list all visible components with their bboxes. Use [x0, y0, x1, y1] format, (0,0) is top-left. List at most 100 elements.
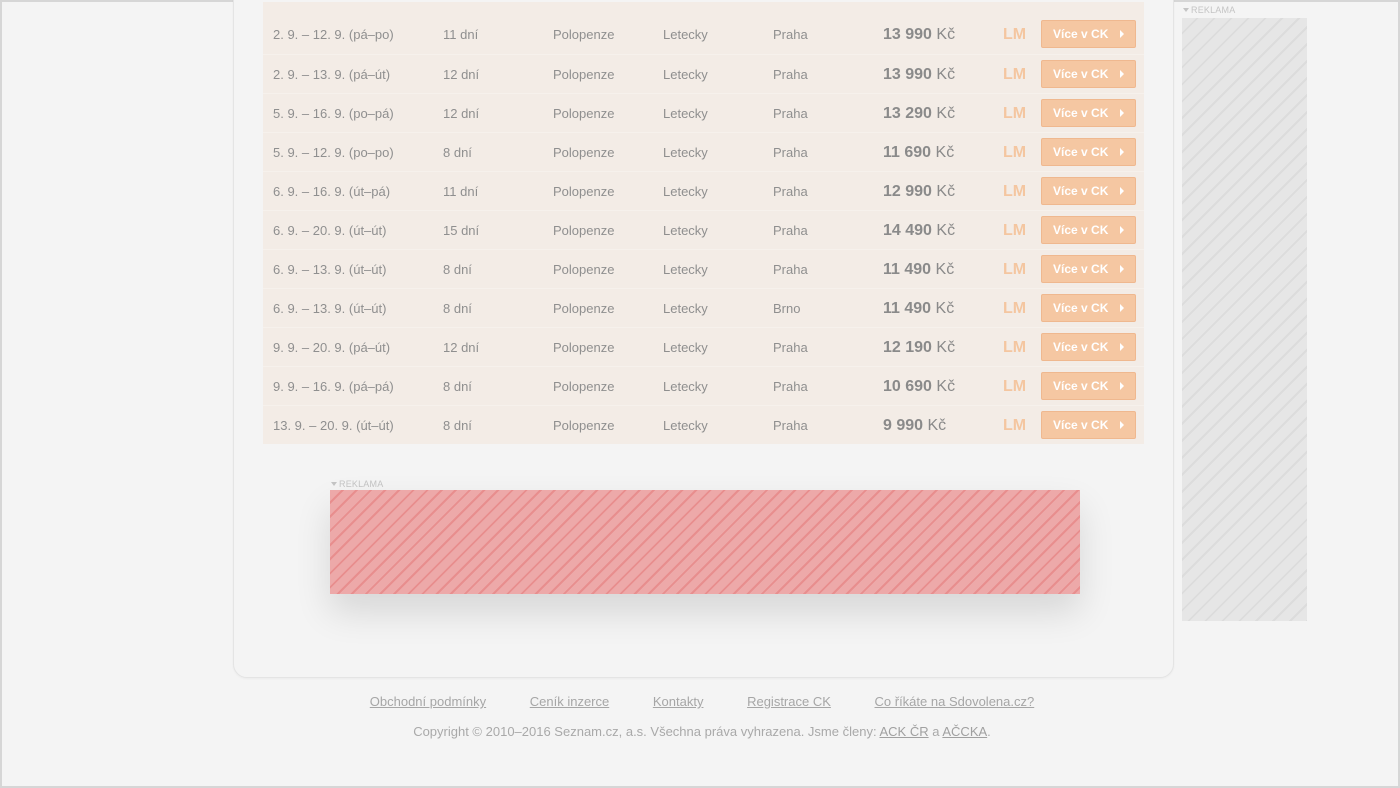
offer-length: 12 dní — [443, 106, 480, 121]
offer-transport: Letecky — [663, 145, 708, 160]
offer-price: 10 690 Kč — [883, 367, 955, 406]
footer-links: Obchodní podmínky Ceník inzerce Kontakty… — [2, 694, 1400, 709]
offers-table: 2. 9. – 12. 9. (pá–po) 11 dní Polopenze Let… — [263, 2, 1144, 444]
offer-length: 11 dní — [443, 27, 479, 42]
offer-departure: Praha — [773, 67, 808, 82]
offer-price: 11 490 Kč — [883, 250, 954, 289]
more-at-agency-label: Více v CK — [1053, 27, 1109, 41]
footer-link-contacts[interactable]: Kontakty — [653, 694, 704, 709]
more-at-agency-label: Více v CK — [1053, 418, 1109, 432]
offer-price-currency: Kč — [936, 183, 956, 200]
offer-price-currency: Kč — [936, 105, 956, 122]
more-at-agency-button[interactable]: Více v CK — [1041, 372, 1136, 400]
offer-transport: Letecky — [663, 27, 708, 42]
offer-departure: Praha — [773, 27, 808, 42]
offer-price: 14 490 Kč — [883, 211, 955, 250]
offer-row: 2. 9. – 13. 9. (pá–út) 12 dní Polopenze Let… — [263, 54, 1144, 93]
more-at-agency-button[interactable]: Více v CK — [1041, 20, 1136, 48]
offer-row: 9. 9. – 16. 9. (pá–pá) 8 dní Polopenze Lete… — [263, 366, 1144, 405]
offer-transport: Letecky — [663, 262, 708, 277]
offer-board: Polopenze — [553, 145, 615, 160]
chevron-right-icon — [1120, 265, 1124, 273]
offer-row: 2. 9. – 12. 9. (pá–po) 11 dní Polopenze Let… — [263, 15, 1144, 54]
more-at-agency-button[interactable]: Více v CK — [1041, 60, 1136, 88]
offer-transport: Letecky — [663, 106, 708, 121]
more-at-agency-label: Více v CK — [1053, 340, 1109, 354]
offer-price: 11 690 Kč — [883, 133, 954, 172]
offer-price-currency: Kč — [927, 417, 947, 434]
banner-advertisement[interactable] — [330, 490, 1080, 594]
offer-price-currency: Kč — [935, 300, 955, 317]
more-at-agency-button[interactable]: Více v CK — [1041, 411, 1136, 439]
offer-board: Polopenze — [553, 379, 615, 394]
more-at-agency-label: Více v CK — [1053, 106, 1109, 120]
offer-transport: Letecky — [663, 340, 708, 355]
offer-date: 6. 9. – 13. 9. (út–út) — [273, 301, 387, 316]
offer-departure: Praha — [773, 106, 808, 121]
offer-board: Polopenze — [553, 67, 615, 82]
offer-row: 6. 9. – 16. 9. (út–pá) 11 dní Polopenze Let… — [263, 171, 1144, 210]
ad-toggle-icon[interactable] — [1183, 8, 1189, 12]
more-at-agency-button[interactable]: Více v CK — [1041, 216, 1136, 244]
more-at-agency-label: Více v CK — [1053, 262, 1109, 276]
more-at-agency-button[interactable]: Více v CK — [1041, 255, 1136, 283]
offer-row: 6. 9. – 20. 9. (út–út) 15 dní Polopenze Let… — [263, 210, 1144, 249]
offer-price-amount: 13 290 — [883, 105, 932, 122]
last-minute-badge: LM — [1003, 378, 1027, 395]
more-at-agency-label: Více v CK — [1053, 67, 1109, 81]
more-at-agency-button[interactable]: Více v CK — [1041, 177, 1136, 205]
offer-price-currency: Kč — [936, 339, 956, 356]
offer-transport: Letecky — [663, 223, 708, 238]
offer-price-amount: 13 990 — [883, 66, 932, 83]
ad-toggle-icon[interactable] — [331, 482, 337, 486]
offer-departure: Praha — [773, 145, 808, 160]
footer-link-feedback[interactable]: Co říkáte na Sdovolena.cz? — [875, 694, 1035, 709]
offer-date: 13. 9. – 20. 9. (út–út) — [273, 418, 394, 433]
copyright-suffix: . — [987, 724, 991, 739]
last-minute-badge: LM — [1003, 144, 1027, 161]
side-ad-label: REKLAMA — [1183, 5, 1235, 15]
member-link-accka[interactable]: AČCKA — [942, 724, 987, 739]
offer-price-amount: 10 690 — [883, 378, 932, 395]
chevron-right-icon — [1120, 382, 1124, 390]
offer-price-currency: Kč — [935, 144, 955, 161]
offer-board: Polopenze — [553, 262, 615, 277]
offer-price-currency: Kč — [936, 378, 956, 395]
offer-price-amount: 12 190 — [883, 339, 932, 356]
offer-price-currency: Kč — [936, 26, 956, 43]
offer-price: 13 990 Kč — [883, 15, 955, 54]
offer-departure: Praha — [773, 262, 808, 277]
offer-departure: Praha — [773, 184, 808, 199]
more-at-agency-button[interactable]: Více v CK — [1041, 99, 1136, 127]
offer-length: 8 dní — [443, 379, 472, 394]
side-advertisement[interactable] — [1182, 18, 1307, 621]
offer-length: 8 dní — [443, 262, 472, 277]
last-minute-badge: LM — [1003, 183, 1027, 200]
chevron-right-icon — [1120, 304, 1124, 312]
offer-length: 12 dní — [443, 67, 480, 82]
offer-price: 11 490 Kč — [883, 289, 954, 328]
offer-row: 9. 9. – 20. 9. (pá–út) 12 dní Polopenze Let… — [263, 327, 1144, 366]
more-at-agency-button[interactable]: Více v CK — [1041, 294, 1136, 322]
offer-date: 9. 9. – 16. 9. (pá–pá) — [273, 379, 394, 394]
offer-price-currency: Kč — [936, 222, 956, 239]
copyright: Copyright © 2010–2016 Seznam.cz, a.s. Vš… — [2, 724, 1400, 739]
offer-price-amount: 11 490 — [883, 261, 932, 278]
member-link-ack[interactable]: ACK ČR — [879, 724, 928, 739]
footer-link-pricing[interactable]: Ceník inzerce — [530, 694, 609, 709]
offer-date: 5. 9. – 12. 9. (po–po) — [273, 145, 394, 160]
more-at-agency-label: Více v CK — [1053, 223, 1109, 237]
footer-link-terms[interactable]: Obchodní podmínky — [370, 694, 486, 709]
offer-transport: Letecky — [663, 67, 708, 82]
more-at-agency-button[interactable]: Více v CK — [1041, 333, 1136, 361]
last-minute-badge: LM — [1003, 66, 1027, 83]
footer-link-agency-registration[interactable]: Registrace CK — [747, 694, 831, 709]
offer-price-amount: 13 990 — [883, 26, 932, 43]
offer-length: 15 dní — [443, 223, 480, 238]
offer-price-amount: 11 490 — [883, 300, 932, 317]
offer-row: 5. 9. – 12. 9. (po–po) 8 dní Polopenze Lete… — [263, 132, 1144, 171]
offer-length: 11 dní — [443, 184, 479, 199]
more-at-agency-button[interactable]: Více v CK — [1041, 138, 1136, 166]
chevron-right-icon — [1120, 30, 1124, 38]
offer-date: 5. 9. – 16. 9. (po–pá) — [273, 106, 394, 121]
